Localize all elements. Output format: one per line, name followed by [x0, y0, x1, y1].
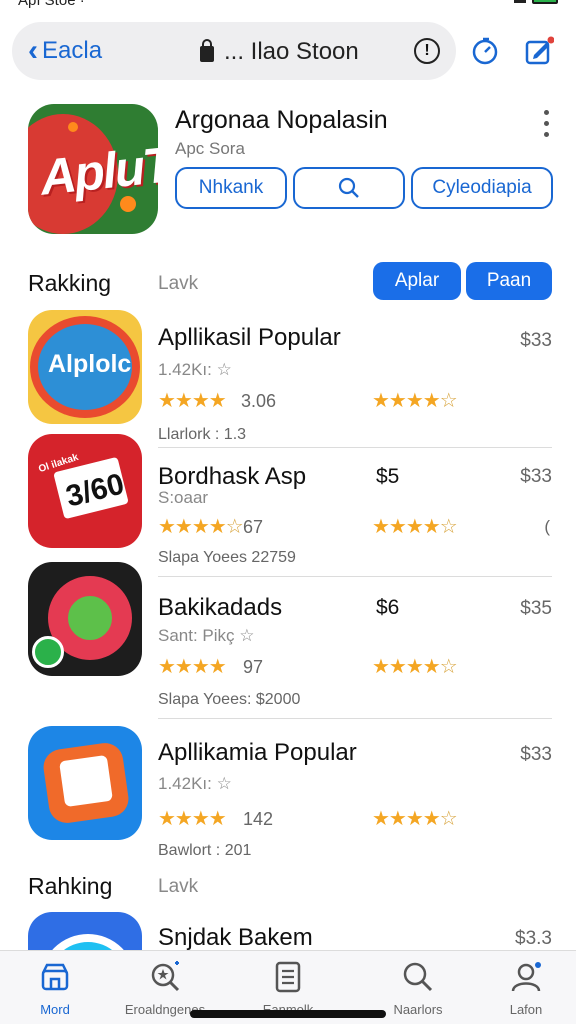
back-label: Eacla — [42, 37, 103, 64]
rating-value: 142 — [243, 809, 274, 829]
app-icon[interactable]: ApluT — [28, 104, 158, 234]
app-meta: S:oaar — [158, 488, 209, 507]
list-doc-icon — [275, 961, 301, 993]
status-text: Apı Stoe · — [18, 0, 85, 9]
search-icon — [403, 962, 433, 992]
lock-icon — [200, 39, 214, 62]
star-rating-icon: ★★★★☆ — [372, 390, 458, 412]
section-link[interactable]: Lavk — [158, 876, 198, 898]
divider — [158, 576, 552, 577]
home-indicator[interactable] — [190, 1010, 386, 1018]
app-meta: 1.42Kı: ☆ — [158, 774, 232, 793]
tab-lafon[interactable]: Lafon — [471, 961, 576, 1017]
star-rating-icon: ★★★★ — [158, 808, 227, 830]
tab-eanmolk[interactable]: Eanmolk — [233, 961, 343, 1017]
status-bar: Apı Stoe · — [0, 0, 576, 10]
section-link[interactable]: Lavk — [158, 273, 198, 295]
tab-eroaldngenes[interactable]: Eroaldngenes — [110, 961, 220, 1017]
star-rating-icon: ★★★★ — [158, 656, 227, 678]
app-icon[interactable]: Alplolc — [28, 310, 142, 424]
divider — [158, 718, 552, 719]
check-icon — [32, 636, 64, 668]
app-icon[interactable] — [28, 562, 142, 676]
store-icon — [41, 963, 69, 991]
section-title: Rahking — [28, 873, 113, 899]
row-end-mark: ( — [544, 517, 550, 536]
app-name[interactable]: Apllikasil Popular — [158, 324, 341, 352]
search-icon — [338, 177, 359, 198]
address-bar[interactable]: ‹ Eacla ... Ilao Stoon ! — [12, 22, 456, 80]
app-icon[interactable] — [28, 726, 142, 840]
app-name[interactable]: Snjdak Bakem — [158, 924, 313, 952]
star-rating-icon: ★★★★☆ — [372, 516, 458, 538]
app-meta: Sant: Pikç ☆ — [158, 626, 255, 645]
battery-icon — [532, 0, 558, 4]
info-icon[interactable]: ! — [414, 38, 440, 64]
refresh-icon[interactable] — [470, 36, 500, 66]
app-footnote: Slapa Yoees: $2000 — [158, 691, 301, 708]
star-rating-icon: ★★★★☆ — [158, 516, 244, 538]
rating-value: 67 — [243, 517, 264, 537]
person-icon — [511, 962, 541, 992]
section-title: Rakking — [28, 270, 112, 296]
back-button[interactable]: ‹ Eacla — [28, 36, 102, 66]
app-footnote: Slapa Yoees 22759 — [158, 549, 296, 566]
address-label: ... Ilao Stoon — [224, 38, 359, 65]
status-icons — [514, 0, 558, 4]
app-price[interactable]: $33 — [520, 466, 552, 488]
search-button[interactable] — [293, 167, 405, 209]
app-name[interactable]: Bordhask Asp — [158, 463, 306, 491]
compose-icon[interactable] — [524, 36, 554, 66]
search-star-icon — [151, 961, 180, 992]
tab-label: Lafon — [509, 1002, 543, 1017]
app-name[interactable]: Apllikamia Popular — [158, 739, 357, 767]
app-price[interactable]: $33 — [520, 330, 552, 352]
star-rating-icon: ★★★★ — [158, 390, 227, 412]
app-subtitle: Apc Sora — [175, 139, 245, 158]
more-options-icon[interactable] — [544, 110, 552, 143]
filter-button-2[interactable]: Paan — [466, 262, 552, 300]
app-price[interactable]: $3.3 — [515, 928, 552, 950]
action-button-2[interactable]: Cyleodiapia — [411, 167, 553, 209]
app-icon[interactable]: Ol ilakak 3/60 — [28, 434, 142, 548]
filter-button-1[interactable]: Aplar — [373, 262, 461, 300]
rating-value: 3.06 — [241, 391, 277, 411]
signal-icon — [514, 0, 526, 3]
divider — [158, 447, 552, 448]
app-icon-text: Alplolc — [48, 350, 132, 378]
app-title: Argonaa Nopalasin — [175, 106, 388, 134]
app-name[interactable]: Bakikadads — [158, 594, 282, 622]
address-text[interactable]: ... Ilao Stoon — [200, 38, 359, 66]
app-footnote: Bawlort : 201 — [158, 842, 252, 859]
star-rating-icon: ★★★★☆ — [372, 656, 458, 678]
app-price[interactable]: $33 — [520, 744, 552, 766]
tab-naarlors[interactable]: Naarlors — [363, 961, 473, 1017]
tab-mord[interactable]: Mord — [0, 961, 110, 1017]
app-footnote: Llarlork : 1.3 — [158, 426, 247, 443]
app-mid-price: $6 — [376, 596, 400, 619]
tab-label: Mord — [40, 1002, 70, 1017]
star-rating-icon: ★★★★☆ — [372, 808, 458, 830]
app-mid-price: $5 — [376, 465, 400, 488]
app-price[interactable]: $35 — [520, 598, 552, 620]
app-meta: 1.42Kı: ☆ — [158, 360, 232, 379]
rating-value: 97 — [243, 657, 264, 677]
action-button-1[interactable]: Nhkank — [175, 167, 287, 209]
chevron-left-icon: ‹ — [28, 34, 38, 67]
